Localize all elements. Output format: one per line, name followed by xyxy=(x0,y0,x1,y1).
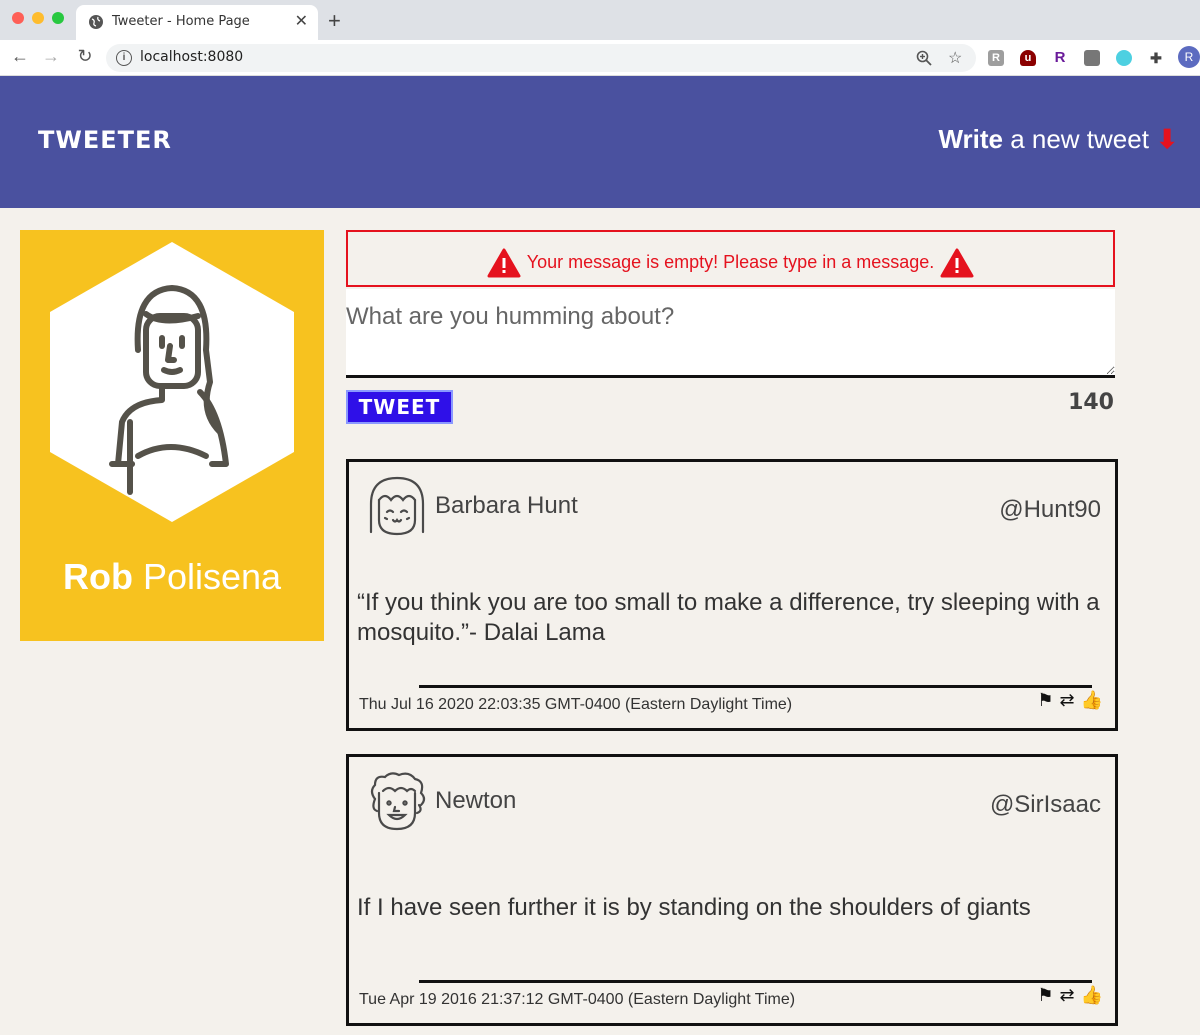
tweet-button[interactable]: TWEET xyxy=(346,390,453,424)
tweet-date: Tue Apr 19 2016 21:37:12 GMT-0400 (Easte… xyxy=(359,991,796,1008)
profile-first-name: Rob xyxy=(62,556,133,597)
warning-icon xyxy=(940,248,974,278)
profile-last-name: Polisena xyxy=(132,556,282,597)
extension-globe-icon[interactable] xyxy=(1116,50,1132,66)
profile-name: Rob Polisena xyxy=(20,556,324,598)
extension-r-purple-icon[interactable]: R xyxy=(1052,50,1068,66)
forward-button[interactable]: → xyxy=(40,46,62,67)
globe-icon xyxy=(89,15,103,29)
extension-chart-icon[interactable] xyxy=(1084,50,1100,66)
new-tab-button[interactable]: + xyxy=(328,8,341,34)
back-button[interactable]: ← xyxy=(9,46,31,67)
tweet-text: “If you think you are too small to make … xyxy=(357,589,1100,646)
tweet-actions: ⚑ ⇄ 👍 xyxy=(1031,690,1103,711)
like-icon[interactable]: 👍 xyxy=(1081,985,1103,1005)
retweet-icon[interactable]: ⇄ xyxy=(1059,985,1074,1005)
retweet-icon[interactable]: ⇄ xyxy=(1059,690,1074,710)
browser-tab-bar: Tweeter - Home Page ✕ + xyxy=(0,0,1200,40)
close-window-button[interactable] xyxy=(12,12,24,24)
tweet-text: If I have seen further it is by standing… xyxy=(357,894,1031,921)
tweet-author-name: Barbara Hunt xyxy=(435,492,578,519)
tweet-avatar xyxy=(369,476,425,536)
flag-icon[interactable]: ⚑ xyxy=(1037,690,1053,710)
profile-card: Rob Polisena xyxy=(20,230,324,641)
tweet-compose-input[interactable] xyxy=(346,289,1115,378)
browser-profile-avatar[interactable]: R xyxy=(1178,46,1200,68)
tweet-author-handle: @SirIsaac xyxy=(989,791,1101,818)
ublock-icon[interactable]: u xyxy=(1020,50,1036,66)
app-logo[interactable]: TWEETER xyxy=(38,126,172,154)
tweet-card: Barbara Hunt @Hunt90 “If you think you a… xyxy=(346,459,1118,731)
app-header: TWEETER Write a new tweet ⬇ xyxy=(0,76,1200,208)
tweet-author-name: Newton xyxy=(435,787,517,814)
address-bar[interactable]: i localhost:8080 ☆ xyxy=(106,44,976,72)
error-message: Your message is empty! Please type in a … xyxy=(348,248,1113,278)
minimize-window-button[interactable] xyxy=(32,12,44,24)
tab-title: Tweeter - Home Page xyxy=(112,14,250,29)
arrow-down-icon: ⬇ xyxy=(1156,124,1178,154)
tweet-avatar xyxy=(370,772,426,831)
error-message-text: Your message is empty! Please type in a … xyxy=(526,251,935,272)
browser-tab[interactable]: Tweeter - Home Page ✕ xyxy=(76,5,318,40)
extension-r-icon[interactable]: R xyxy=(988,50,1004,66)
extensions-puzzle-icon[interactable]: ✚ xyxy=(1148,50,1164,66)
reload-button[interactable]: ↻ xyxy=(74,46,96,67)
maximize-window-button[interactable] xyxy=(52,12,64,24)
tweet-divider xyxy=(419,685,1092,688)
url-text[interactable]: localhost:8080 xyxy=(140,49,243,65)
like-icon[interactable]: 👍 xyxy=(1081,690,1103,710)
tab-close-icon[interactable]: ✕ xyxy=(295,11,308,31)
error-message-box: Your message is empty! Please type in a … xyxy=(346,230,1115,287)
tweet-date: Thu Jul 16 2020 22:03:35 GMT-0400 (Easte… xyxy=(359,696,793,713)
tweet-card: Newton @SirIsaac If I have seen further … xyxy=(346,754,1118,1026)
info-icon[interactable]: i xyxy=(116,50,132,66)
tweet-author-handle: @Hunt90 xyxy=(999,496,1101,523)
tweet-actions: ⚑ ⇄ 👍 xyxy=(1031,985,1103,1006)
browser-toolbar: ← → ↻ i localhost:8080 ☆ R u R ✚ xyxy=(0,40,1200,76)
profile-avatar xyxy=(50,242,294,522)
write-bold-label: Write xyxy=(938,124,1003,154)
character-counter: 140 xyxy=(1068,390,1114,415)
write-new-tweet-link[interactable]: Write a new tweet ⬇ xyxy=(938,124,1178,155)
flag-icon[interactable]: ⚑ xyxy=(1037,985,1053,1005)
bookmark-star-icon[interactable]: ☆ xyxy=(948,48,962,68)
write-rest-label: a new tweet xyxy=(1002,124,1149,154)
zoom-icon[interactable] xyxy=(916,50,932,66)
tweet-divider xyxy=(419,980,1092,983)
warning-icon xyxy=(487,248,521,278)
